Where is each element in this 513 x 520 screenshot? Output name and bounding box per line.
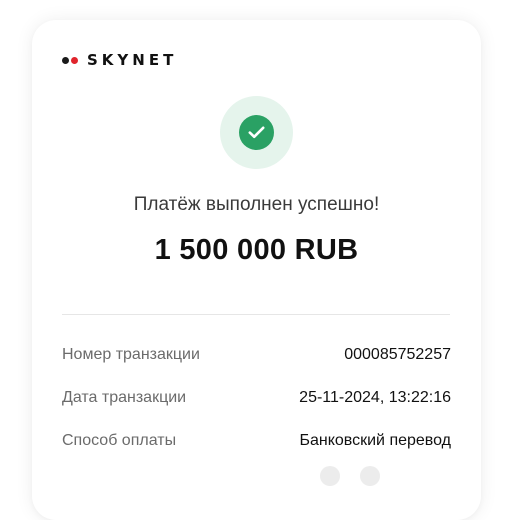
detail-label: Номер транзакции <box>62 346 200 363</box>
logo-text: SKYNET <box>87 51 178 69</box>
detail-label: Способ оплаты <box>62 432 177 449</box>
detail-value: 25-11-2024, 13:22:16 <box>299 389 451 406</box>
detail-value: 000085752257 <box>344 346 451 363</box>
faded-circle-icon <box>320 466 340 486</box>
check-icon <box>248 126 265 139</box>
faded-action-icons <box>320 466 380 486</box>
logo-dot-red <box>71 56 78 64</box>
logo-dots <box>62 56 78 64</box>
faded-circle-icon <box>360 466 380 486</box>
success-status-badge <box>220 96 293 169</box>
transaction-details: Номер транзакции 000085752257 Дата транз… <box>62 346 451 475</box>
detail-row-payment-method: Способ оплаты Банковский перевод <box>62 432 451 475</box>
detail-label: Дата транзакции <box>62 389 187 406</box>
logo-dot-dark <box>62 56 69 64</box>
detail-value: Банковский перевод <box>299 432 451 449</box>
payment-status-message: Платёж выполнен успешно! <box>133 194 380 215</box>
detail-row-transaction-number: Номер транзакции 000085752257 <box>62 346 451 389</box>
detail-row-transaction-date: Дата транзакции 25-11-2024, 13:22:16 <box>62 389 451 432</box>
payment-receipt-card: SKYNET Платёж выполнен успешно! 1 500 00… <box>32 20 481 520</box>
skynet-logo: SKYNET <box>62 52 177 68</box>
success-check-circle <box>239 115 274 150</box>
divider <box>62 314 450 315</box>
payment-amount: 1 500 000 RUB <box>154 234 359 266</box>
